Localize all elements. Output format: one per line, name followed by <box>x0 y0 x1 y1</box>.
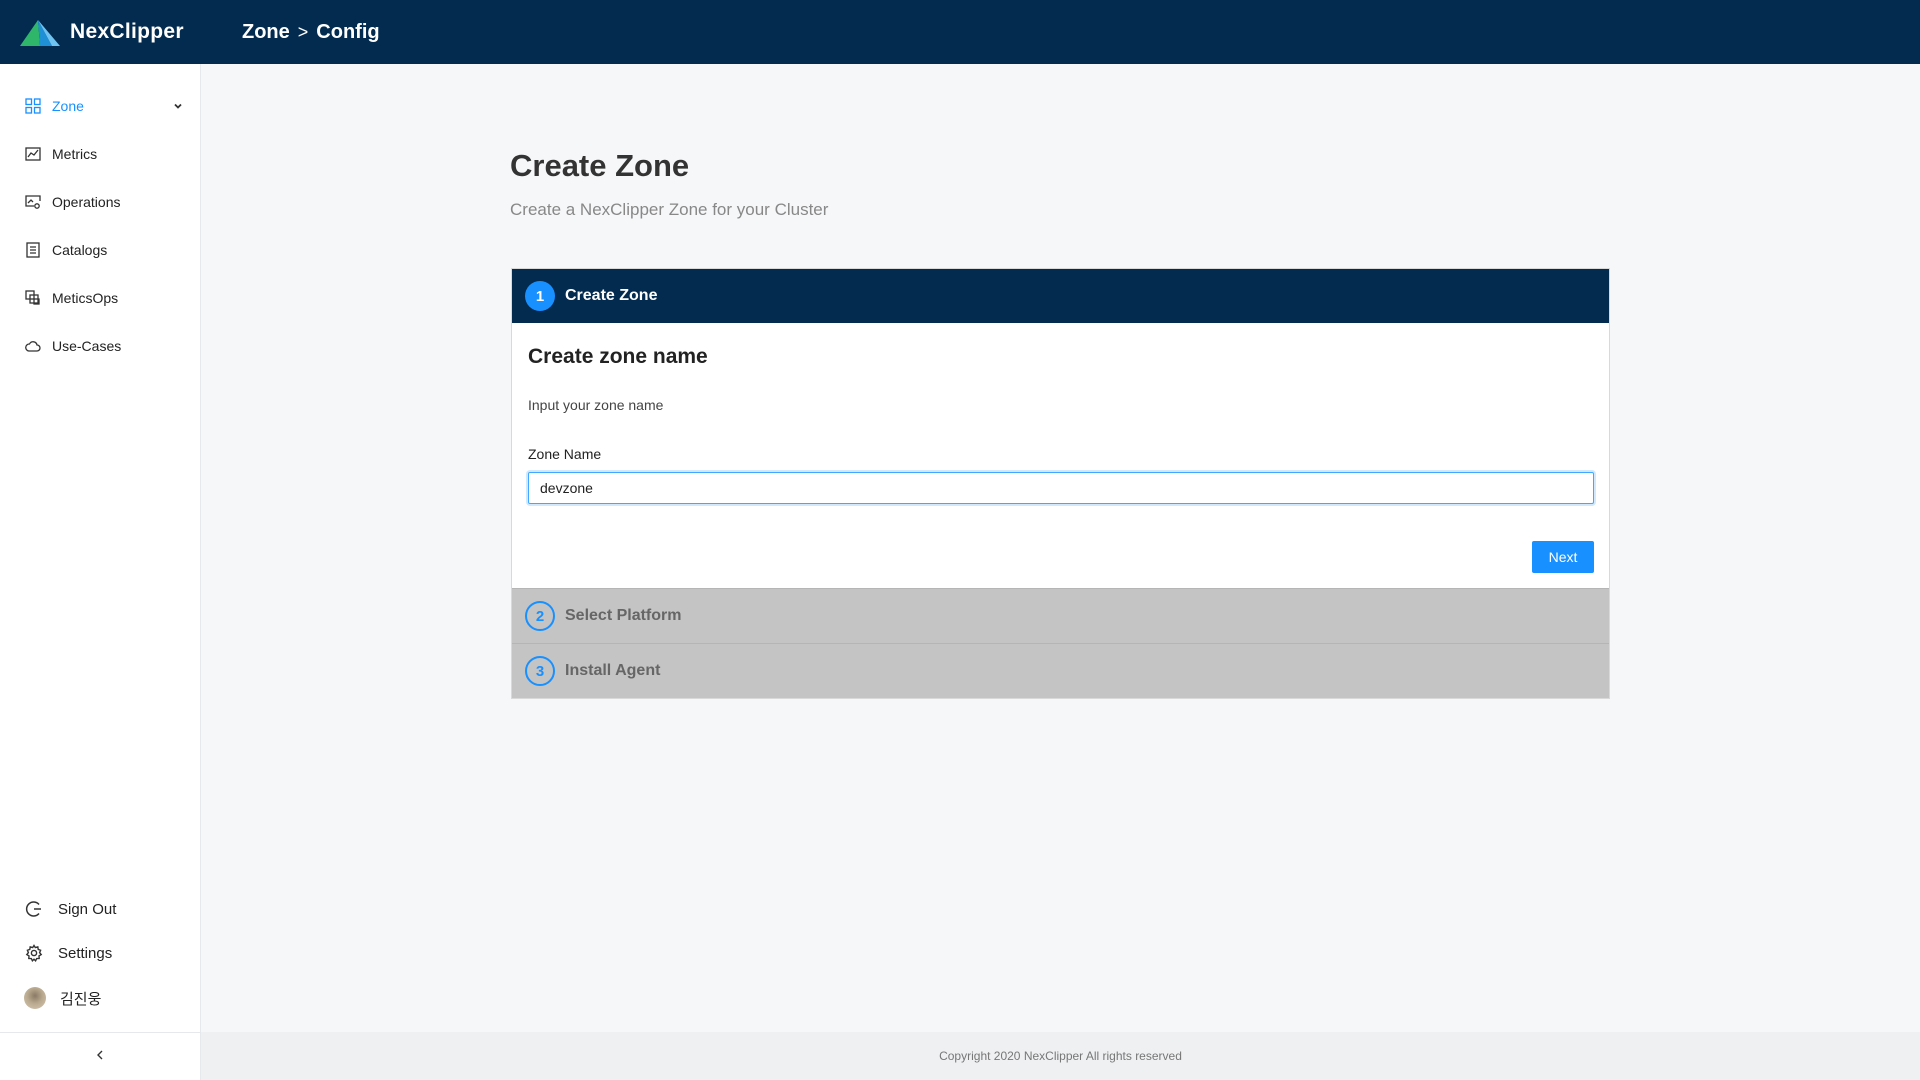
user-profile[interactable]: 김진웅 <box>24 987 101 1009</box>
logo[interactable]: NexClipper <box>18 16 224 48</box>
sidebar: Zone Metrics Operations Catalogs MeticsO… <box>0 64 201 1080</box>
footer: Copyright 2020 NexClipper All rights res… <box>201 1032 1920 1080</box>
user-name: 김진웅 <box>60 990 102 1008</box>
zone-name-label: Zone Name <box>528 446 602 462</box>
next-button[interactable]: Next <box>1532 541 1594 573</box>
step-1-body: Create zone name Input your zone name Zo… <box>512 323 1609 588</box>
sidebar-item-catalogs[interactable]: Catalogs <box>24 241 184 259</box>
sidebar-item-metrics[interactable]: Metrics <box>24 145 184 163</box>
step-3-header[interactable]: 3 Install Agent <box>512 643 1609 698</box>
gear-icon <box>24 943 44 963</box>
sidebar-item-label: Metrics <box>52 146 98 162</box>
step-number: 3 <box>525 656 555 686</box>
cloud-icon <box>24 337 42 355</box>
sign-out-label: Sign Out <box>58 900 117 918</box>
step-1-header[interactable]: 1 Create Zone <box>512 269 1609 323</box>
sidebar-item-use-cases[interactable]: Use-Cases <box>24 337 184 355</box>
breadcrumb-zone[interactable]: Zone <box>242 21 290 44</box>
sidebar-item-label: Use-Cases <box>52 338 122 354</box>
sign-out-icon <box>24 899 44 919</box>
zone-name-input[interactable] <box>528 472 1594 504</box>
list-doc-icon <box>24 241 42 259</box>
grid-icon <box>24 97 42 115</box>
avatar <box>24 987 46 1009</box>
step-2-header[interactable]: 2 Select Platform <box>512 588 1609 643</box>
monitor-gear-icon <box>24 193 42 211</box>
settings-button[interactable]: Settings <box>24 943 112 963</box>
sidebar-item-label: Zone <box>52 98 84 114</box>
sidebar-item-zone[interactable]: Zone <box>24 97 184 115</box>
nexclipper-logo-icon <box>20 20 60 46</box>
line-chart-icon <box>24 145 42 163</box>
chevron-left-icon <box>94 1048 106 1066</box>
breadcrumb-config: Config <box>316 20 380 43</box>
sidebar-item-meticsops[interactable]: MeticsOps <box>24 289 184 307</box>
step-label: Install Agent <box>565 662 661 679</box>
breadcrumb-separator: > <box>297 21 309 42</box>
breadcrumb: Zone > Config <box>242 21 380 44</box>
step-label: Select Platform <box>565 607 682 624</box>
logo-text: NexClipper <box>70 20 184 43</box>
sidebar-item-operations[interactable]: Operations <box>24 193 184 211</box>
sign-out-button[interactable]: Sign Out <box>24 899 116 919</box>
step-label: Create Zone <box>565 287 658 304</box>
step-number: 2 <box>525 601 555 631</box>
collapse-sidebar-button[interactable] <box>0 1032 200 1080</box>
section-title: Create zone name <box>528 345 708 368</box>
settings-label: Settings <box>58 944 113 962</box>
chevron-down-icon[interactable] <box>172 99 184 115</box>
stacked-squares-icon <box>24 289 42 307</box>
step-number: 1 <box>525 281 555 311</box>
sidebar-item-label: Catalogs <box>52 242 108 258</box>
sidebar-item-label: MeticsOps <box>52 290 119 306</box>
create-zone-wizard: 1 Create Zone Create zone name Input you… <box>511 268 1610 699</box>
page-title: Create Zone <box>510 148 690 183</box>
copyright-text: Copyright 2020 NexClipper All rights res… <box>939 1049 1182 1063</box>
top-header: NexClipper Zone > Config <box>0 0 1920 64</box>
page-subtitle: Create a NexClipper Zone for your Cluste… <box>510 200 829 219</box>
sidebar-item-label: Operations <box>52 194 121 210</box>
section-description: Input your zone name <box>528 397 664 413</box>
